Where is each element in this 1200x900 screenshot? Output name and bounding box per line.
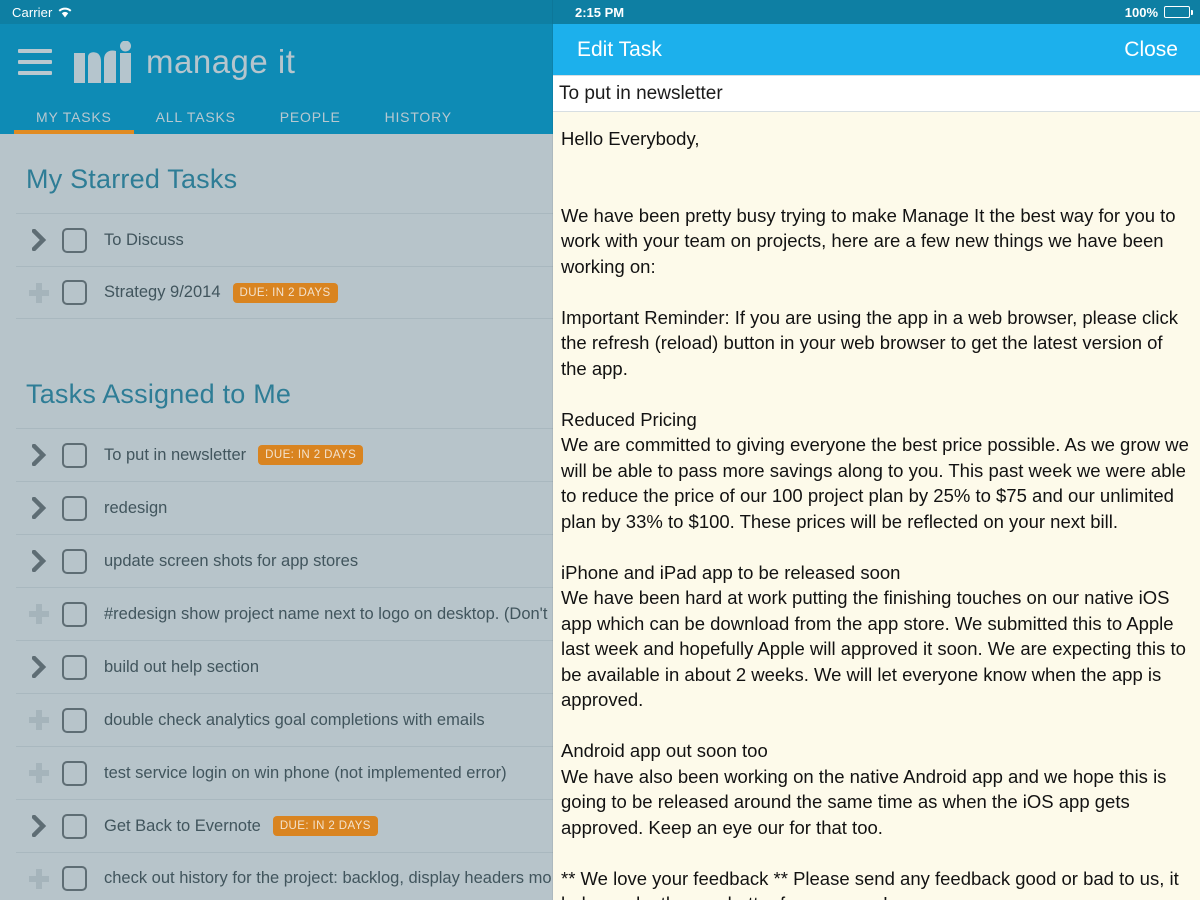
task-checkbox[interactable] [62, 227, 87, 253]
clock-label: 2:15 PM [575, 4, 625, 20]
battery-full-icon [1164, 6, 1193, 18]
tab-history[interactable]: HISTORY [363, 109, 474, 134]
screen-root: Carrier manage it MY TASKS ALL TASKS PEO… [0, 0, 1200, 900]
task-label: build out help section [104, 657, 260, 676]
tab-all-tasks[interactable]: ALL TASKS [134, 109, 258, 134]
close-button[interactable]: Close [1124, 38, 1178, 62]
chevron-right-icon[interactable] [16, 550, 62, 572]
manage-it-logo-mark [74, 41, 131, 83]
chevron-right-icon[interactable] [16, 444, 62, 466]
due-badge: DUE: IN 2 DAYS [232, 282, 338, 303]
task-checkbox[interactable] [62, 548, 87, 574]
task-label: update screen shots for app stores [104, 551, 359, 570]
tab-people[interactable]: PEOPLE [258, 109, 363, 134]
task-label: check out history for the project: backl… [104, 869, 552, 887]
chevron-right-icon[interactable] [16, 229, 62, 251]
task-checkbox[interactable] [62, 495, 87, 521]
task-checkbox[interactable] [62, 813, 87, 839]
plus-icon[interactable] [16, 763, 62, 783]
task-label: #redesign show project name next to logo… [104, 604, 548, 623]
battery-percent-label: 100% [1124, 4, 1158, 20]
due-badge: DUE: IN 2 DAYS [272, 816, 378, 836]
task-description-area[interactable]: Hello Everybody, We have been pretty bus… [553, 112, 1200, 900]
plus-icon[interactable] [16, 282, 62, 303]
due-badge: DUE: IN 2 DAYS [258, 445, 364, 465]
hamburger-menu-icon[interactable] [18, 49, 52, 75]
task-label: Get Back to Evernote [104, 816, 261, 835]
task-checkbox[interactable] [62, 866, 87, 891]
chevron-right-icon[interactable] [16, 497, 62, 519]
task-label: test service login on win phone (not imp… [104, 763, 507, 782]
task-checkbox[interactable] [62, 707, 87, 733]
plus-icon[interactable] [16, 604, 62, 624]
task-description-text[interactable]: Hello Everybody, We have been pretty bus… [561, 126, 1192, 900]
edit-task-modal: 2:15 PM 100% Edit Task Close To put in n… [553, 0, 1200, 900]
status-bar-right: 100% [1124, 4, 1193, 20]
status-bar-left: Carrier [12, 5, 72, 20]
tab-my-tasks[interactable]: MY TASKS [14, 109, 134, 134]
task-label: double check analytics goal completions … [104, 710, 485, 729]
task-checkbox[interactable] [62, 442, 87, 468]
app-logo[interactable]: manage it [74, 41, 295, 83]
plus-icon[interactable] [16, 868, 62, 889]
task-label: To put in newsletter [104, 445, 247, 464]
modal-header: Edit Task Close [553, 24, 1200, 75]
modal-title: Edit Task [577, 37, 662, 61]
task-checkbox[interactable] [62, 654, 87, 680]
task-checkbox[interactable] [62, 760, 87, 786]
modal-status-bar: 2:15 PM 100% [553, 0, 1200, 24]
task-checkbox[interactable] [62, 280, 87, 305]
carrier-label: Carrier [12, 4, 53, 20]
chevron-right-icon[interactable] [16, 656, 62, 678]
task-title-input[interactable]: To put in newsletter [553, 75, 1200, 112]
app-logo-text: manage it [146, 43, 296, 80]
plus-icon[interactable] [16, 710, 62, 730]
task-label: To Discuss [104, 230, 184, 249]
task-label: redesign [104, 498, 168, 517]
task-checkbox[interactable] [62, 601, 87, 627]
task-label: Strategy 9/2014 [104, 283, 221, 301]
wifi-icon [58, 7, 72, 18]
chevron-right-icon[interactable] [16, 815, 62, 837]
